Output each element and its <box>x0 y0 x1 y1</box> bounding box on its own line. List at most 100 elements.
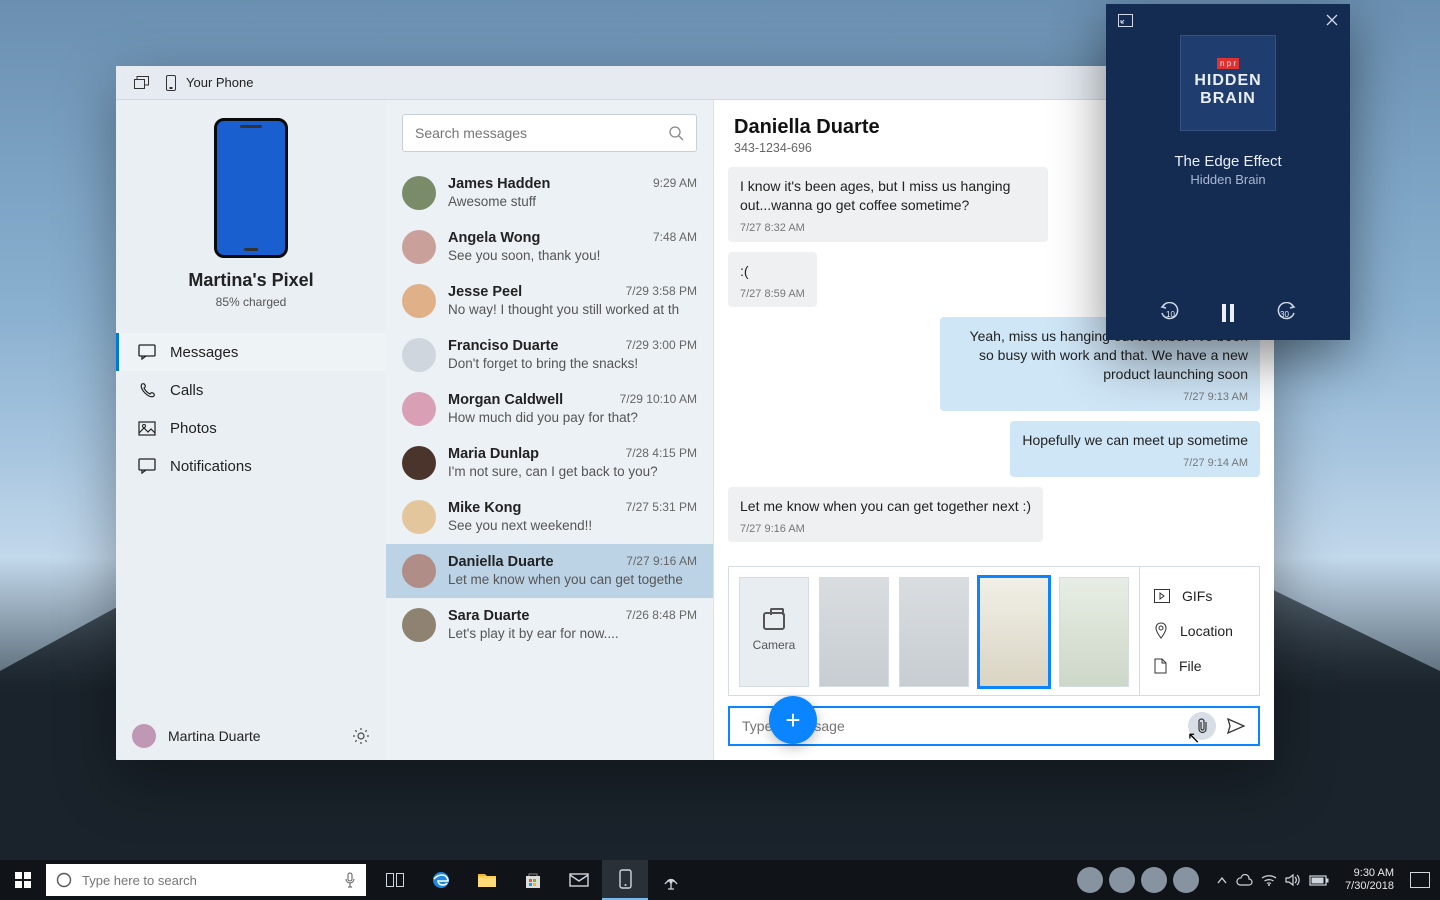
search-icon <box>668 125 684 141</box>
avatar <box>402 446 436 480</box>
start-button[interactable] <box>0 872 46 888</box>
photo-picker[interactable]: Camera <box>729 567 1139 695</box>
conversation-list[interactable]: James Hadden9:29 AMAwesome stuffAngela W… <box>386 166 713 760</box>
task-view-icon[interactable] <box>372 860 418 900</box>
sidebar-footer: Martina Duarte <box>116 712 386 760</box>
mic-icon[interactable] <box>344 872 356 888</box>
phone-icon <box>166 75 176 91</box>
conv-time: 7/27 9:16 AM <box>626 554 697 570</box>
nav-messages[interactable]: Messages <box>116 333 386 371</box>
photo-thumb[interactable] <box>819 577 889 687</box>
conv-preview: Awesome stuff <box>448 194 697 209</box>
pause-icon[interactable] <box>1221 303 1235 323</box>
conversation-item[interactable]: Franciso Duarte7/29 3:00 PMDon't forget … <box>386 328 713 382</box>
track-artist: Hidden Brain <box>1190 172 1265 187</box>
sidebar: Martina's Pixel 85% charged Messages Cal… <box>116 100 386 760</box>
attach-button[interactable] <box>1188 712 1216 740</box>
broadcast-icon[interactable] <box>648 860 694 900</box>
avatar <box>402 500 436 534</box>
attach-menu: GIFs Location File <box>1139 567 1259 695</box>
conv-time: 7/29 3:00 PM <box>626 338 697 354</box>
attach-location[interactable]: Location <box>1140 613 1259 649</box>
conversation-pane: James Hadden9:29 AMAwesome stuffAngela W… <box>386 100 714 760</box>
skip-forward-icon[interactable]: 30 <box>1275 302 1297 324</box>
conversation-item[interactable]: Jesse Peel7/29 3:58 PMNo way! I thought … <box>386 274 713 328</box>
conv-name: Angela Wong <box>448 230 645 246</box>
message-body: I know it's been ages, but I miss us han… <box>740 177 1036 215</box>
settings-icon[interactable] <box>352 727 370 745</box>
camera-tile[interactable]: Camera <box>739 577 809 687</box>
cortana-icon <box>56 872 72 888</box>
conv-preview: I'm not sure, can I get back to you? <box>448 464 697 479</box>
photo-thumb-selected[interactable] <box>979 577 1049 687</box>
conversation-item[interactable]: Maria Dunlap7/28 4:15 PMI'm not sure, ca… <box>386 436 713 490</box>
conversation-item[interactable]: Mike Kong7/27 5:31 PMSee you next weeken… <box>386 490 713 544</box>
file-explorer-icon[interactable] <box>464 860 510 900</box>
send-button[interactable] <box>1222 718 1250 734</box>
cloud-icon[interactable] <box>1235 874 1253 886</box>
nav-notifications[interactable]: Notifications <box>116 447 386 485</box>
notifications-icon <box>138 457 156 475</box>
attach-label: Location <box>1180 623 1233 639</box>
conv-preview: Let me know when you can get togethe <box>448 572 697 587</box>
action-center-icon[interactable] <box>1410 872 1430 888</box>
conv-name: Mike Kong <box>448 500 618 516</box>
nav: Messages Calls Photos Notifications <box>116 333 386 485</box>
battery-icon[interactable] <box>1309 875 1329 886</box>
store-icon[interactable] <box>510 860 556 900</box>
wifi-icon[interactable] <box>1261 874 1277 886</box>
edge-icon[interactable] <box>418 860 464 900</box>
conv-preview: No way! I thought you still worked at th <box>448 302 697 317</box>
nav-photos[interactable]: Photos <box>116 409 386 447</box>
conv-preview: How much did you pay for that? <box>448 410 697 425</box>
mail-icon[interactable] <box>556 860 602 900</box>
taskbar-clock[interactable]: 9:30 AM 7/30/2018 <box>1345 867 1394 893</box>
message-outgoing: Hopefully we can meet up sometime7/27 9:… <box>1010 421 1260 477</box>
tray-chevron-icon[interactable] <box>1217 877 1227 884</box>
avatar <box>402 608 436 642</box>
cascade-windows-icon[interactable] <box>126 68 156 98</box>
new-conversation-fab[interactable]: + <box>769 696 817 744</box>
expand-icon[interactable] <box>1118 14 1133 27</box>
conv-name: Franciso Duarte <box>448 338 618 354</box>
avatar <box>402 284 436 318</box>
window-body: Martina's Pixel 85% charged Messages Cal… <box>116 100 1274 760</box>
user-avatar[interactable] <box>132 724 156 748</box>
conv-name: Maria Dunlap <box>448 446 618 462</box>
nav-calls[interactable]: Calls <box>116 371 386 409</box>
taskbar: 9:30 AM 7/30/2018 <box>0 860 1440 900</box>
taskbar-search-input[interactable] <box>82 873 334 888</box>
windows-logo-icon <box>15 872 31 888</box>
conv-preview: Let's play it by ear for now.... <box>448 626 697 641</box>
device-card: Martina's Pixel 85% charged <box>116 100 386 319</box>
photo-thumb[interactable] <box>1059 577 1129 687</box>
conversation-item[interactable]: Angela Wong7:48 AMSee you soon, thank yo… <box>386 220 713 274</box>
attach-file[interactable]: File <box>1140 649 1259 683</box>
location-icon <box>1154 622 1168 640</box>
album-art: n p r HIDDEN BRAIN <box>1180 35 1276 131</box>
conversation-item[interactable]: Sara Duarte7/26 8:48 PMLet's play it by … <box>386 598 713 652</box>
search-input[interactable] <box>415 125 658 141</box>
taskbar-search[interactable] <box>46 864 366 896</box>
conversation-item[interactable]: James Hadden9:29 AMAwesome stuff <box>386 166 713 220</box>
nav-label: Messages <box>170 344 238 361</box>
your-phone-taskbar-icon[interactable] <box>602 860 648 900</box>
people-bar[interactable] <box>1077 867 1199 893</box>
photo-thumb[interactable] <box>899 577 969 687</box>
message-timestamp: 7/27 8:32 AM <box>740 221 1036 236</box>
conversation-item[interactable]: Morgan Caldwell7/29 10:10 AMHow much did… <box>386 382 713 436</box>
your-phone-window: Your Phone Martina's Pixel 85% charged M… <box>116 66 1274 760</box>
message-incoming: :(7/27 8:59 AM <box>728 252 817 308</box>
avatar <box>402 338 436 372</box>
attach-panel: Camera GIFs Location <box>728 566 1260 696</box>
message-timestamp: 7/27 9:16 AM <box>740 522 1031 537</box>
attach-gifs[interactable]: GIFs <box>1140 579 1259 613</box>
search-messages[interactable] <box>402 114 697 152</box>
message-timestamp: 7/27 9:13 AM <box>952 390 1248 405</box>
brand-badge: n p r <box>1217 58 1239 69</box>
skip-back-icon[interactable]: 10 <box>1159 302 1181 324</box>
conversation-item[interactable]: Daniella Duarte7/27 9:16 AMLet me know w… <box>386 544 713 598</box>
volume-icon[interactable] <box>1285 873 1301 887</box>
close-icon[interactable] <box>1326 14 1338 27</box>
media-controls: 10 30 <box>1159 302 1297 324</box>
